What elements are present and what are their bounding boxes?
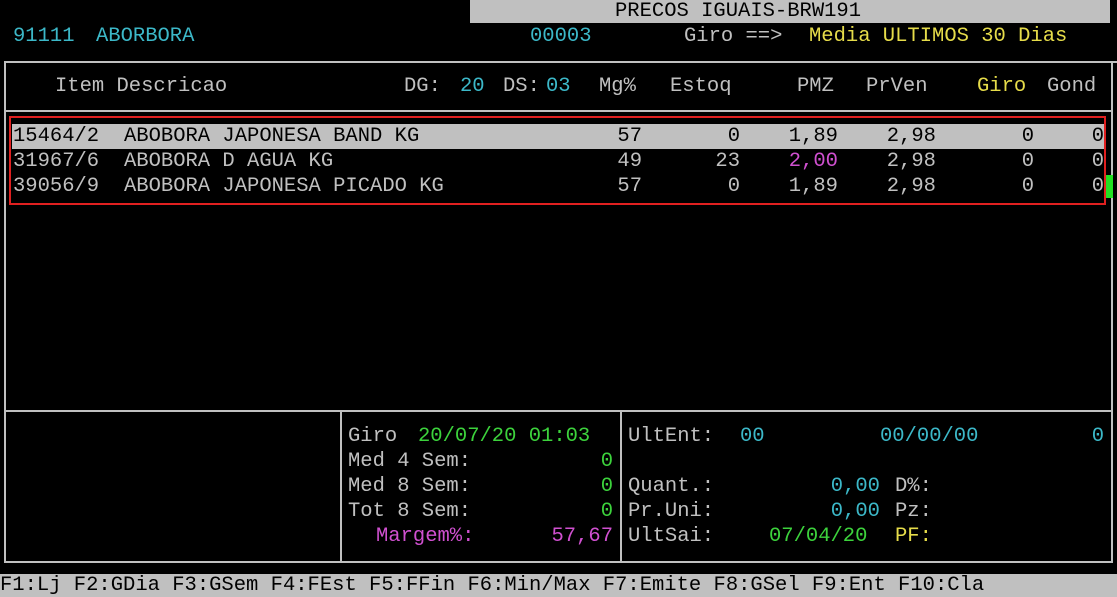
col-item-descricao: Item Descricao xyxy=(55,75,228,98)
stats-right-divider xyxy=(620,410,622,563)
header-divider xyxy=(4,61,1117,63)
pz-label: Pz: xyxy=(895,500,932,523)
col-giro: Giro xyxy=(977,75,1027,98)
stats-med4-label: Med 4 Sem: xyxy=(348,450,472,473)
stats-giro-label: Giro xyxy=(348,425,398,448)
col-ds-label: DS: xyxy=(503,75,540,98)
col-ds-value: 03 xyxy=(546,75,571,98)
left-border xyxy=(4,61,6,563)
row-gond: 0 xyxy=(1091,150,1104,173)
row-desc: ABOBORA JAPONESA PICADO KG xyxy=(124,175,444,198)
row-code: 15464/2 xyxy=(13,125,100,148)
col-gond: Gond xyxy=(1047,75,1097,98)
pf-label: PF: xyxy=(895,525,932,548)
product-code: 91111 xyxy=(13,25,75,48)
stats-med8-label: Med 8 Sem: xyxy=(348,475,472,498)
row-mg: 49 xyxy=(617,150,642,173)
quant-label: Quant.: xyxy=(628,475,715,498)
stats-left-divider xyxy=(340,410,342,563)
row-pmz: 2,00 xyxy=(788,150,838,173)
row-giro: 0 xyxy=(1021,150,1034,173)
row-mg: 57 xyxy=(617,175,642,198)
col-dg-value: 20 xyxy=(460,75,485,98)
row-gond: 0 xyxy=(1091,125,1104,148)
row-gond: 0 xyxy=(1091,175,1104,198)
row-desc: ABOBORA JAPONESA BAND KG xyxy=(124,125,420,148)
dpct-label: D%: xyxy=(895,475,932,498)
stats-margem-label: Margem%: xyxy=(376,525,475,548)
row-estoq: 0 xyxy=(727,175,740,198)
window-title: PRECOS IGUAIS-BRW191 xyxy=(615,0,862,23)
stats-margem-value: 57,67 xyxy=(551,525,613,548)
columns-divider xyxy=(4,110,1113,112)
row-estoq: 0 xyxy=(727,125,740,148)
ultent-value: 00 xyxy=(740,425,765,448)
ultsai-date: 07/04/20 xyxy=(769,525,868,548)
row-prven: 2,98 xyxy=(886,175,936,198)
ultsai-label: UltSai: xyxy=(628,525,715,548)
ultent-date: 00/00/00 xyxy=(880,425,979,448)
stats-tot8-value: 0 xyxy=(600,500,613,523)
giro-label: Giro ==> xyxy=(684,25,783,48)
col-prven: PrVen xyxy=(866,75,928,98)
row-giro: 0 xyxy=(1021,175,1034,198)
grid-bottom-divider xyxy=(4,410,1113,412)
stats-med4-value: 0 xyxy=(600,450,613,473)
product-name: ABORBORA xyxy=(96,25,195,48)
function-keys-bar[interactable]: F1:Lj F2:GDia F3:GSem F4:FEst F5:FFin F6… xyxy=(0,574,1117,597)
row-estoq: 23 xyxy=(715,150,740,173)
row-pmz: 1,89 xyxy=(788,125,838,148)
ultent-label: UltEnt: xyxy=(628,425,715,448)
ultent-qty: 0 xyxy=(1091,425,1104,448)
giro-mode: Media ULTIMOS 30 Dias xyxy=(809,25,1068,48)
col-estoq: Estoq xyxy=(670,75,732,98)
right-border xyxy=(1111,61,1113,563)
stats-giro-datetime: 20/07/20 01:03 xyxy=(418,425,591,448)
row-prven: 2,98 xyxy=(886,150,936,173)
col-mg: Mg% xyxy=(599,75,636,98)
scroll-indicator[interactable] xyxy=(1106,175,1113,198)
row-desc: ABOBORA D AGUA KG xyxy=(124,150,334,173)
stats-med8-value: 0 xyxy=(600,475,613,498)
stats-tot8-label: Tot 8 Sem: xyxy=(348,500,472,523)
item-count: 00003 xyxy=(530,25,592,48)
col-pmz: PMZ xyxy=(797,75,834,98)
row-prven: 2,98 xyxy=(886,125,936,148)
row-giro: 0 xyxy=(1021,125,1034,148)
row-pmz: 1,89 xyxy=(788,175,838,198)
bottom-border xyxy=(4,561,1113,563)
quant-value: 0,00 xyxy=(830,475,880,498)
pruni-label: Pr.Uni: xyxy=(628,500,715,523)
row-code: 39056/9 xyxy=(13,175,100,198)
pruni-value: 0,00 xyxy=(830,500,880,523)
row-code: 31967/6 xyxy=(13,150,100,173)
row-mg: 57 xyxy=(617,125,642,148)
col-dg-label: DG: xyxy=(404,75,441,98)
